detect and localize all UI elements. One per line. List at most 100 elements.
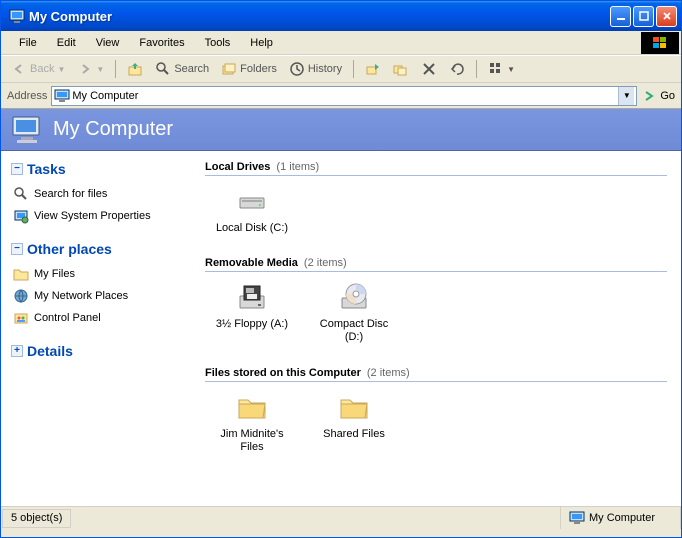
sidebar-title-details: Details [27, 343, 73, 359]
history-label: History [308, 63, 342, 75]
close-button[interactable] [656, 6, 677, 27]
folder-big-icon [338, 392, 370, 424]
undo-icon [449, 61, 465, 77]
up-button[interactable] [123, 59, 147, 79]
floppy-icon [236, 282, 268, 314]
forward-button[interactable]: ▼ [73, 59, 108, 79]
addressbar: Address ▼ Go [1, 83, 681, 109]
group-title: Files stored on this Computer [205, 367, 361, 379]
folders-button[interactable]: Folders [217, 59, 281, 79]
folders-label: Folders [240, 63, 277, 75]
forward-arrow-icon [77, 61, 93, 77]
drive-item-floppy[interactable]: 3½ Floppy (A:) [213, 282, 291, 344]
history-button[interactable]: History [285, 59, 346, 79]
sidebar-item-label: My Network Places [34, 290, 128, 302]
delete-button[interactable] [417, 59, 441, 79]
sidebar-header-tasks[interactable]: − Tasks [11, 159, 181, 179]
sidebar-title-tasks: Tasks [27, 161, 66, 177]
menu-file[interactable]: File [9, 34, 47, 52]
status-location-label: My Computer [589, 512, 655, 524]
undo-button[interactable] [445, 59, 469, 79]
group-count: (2 items) [304, 257, 347, 269]
menu-favorites[interactable]: Favorites [129, 34, 194, 52]
menu-edit[interactable]: Edit [47, 34, 86, 52]
sidebar-header-details[interactable]: + Details [11, 341, 181, 361]
menu-view[interactable]: View [86, 34, 130, 52]
statusbar: 5 object(s) My Computer [1, 506, 681, 529]
minimize-button[interactable] [610, 6, 631, 27]
drive-item-c[interactable]: Local Disk (C:) [213, 186, 291, 235]
group-local-drives: Local Drives (1 items) Local Disk (C:) [205, 161, 667, 235]
copy-to-icon [393, 61, 409, 77]
group-title: Removable Media [205, 257, 298, 269]
folder-item-user[interactable]: Jim Midnite's Files [213, 392, 291, 454]
move-to-icon [365, 61, 381, 77]
cd-icon [338, 282, 370, 314]
sidebar-item-label: My Files [34, 268, 75, 280]
sidebar-item-control-panel[interactable]: Control Panel [13, 307, 181, 329]
go-label: Go [660, 90, 675, 102]
window-title: My Computer [29, 9, 610, 24]
windows-logo [641, 32, 679, 54]
status-object-count: 5 object(s) [2, 509, 71, 528]
app-icon [9, 8, 25, 24]
sidebar-item-label: Control Panel [34, 312, 101, 324]
group-count: (1 items) [276, 161, 319, 173]
sidebar-item-search-files[interactable]: Search for files [13, 183, 181, 205]
views-button[interactable]: ▼ [484, 59, 519, 79]
drive-label: 3½ Floppy (A:) [213, 318, 291, 331]
sidebar-item-network-places[interactable]: My Network Places [13, 285, 181, 307]
properties-icon [13, 208, 29, 224]
computer-big-icon [11, 114, 43, 146]
copy-to-button[interactable] [389, 59, 413, 79]
collapse-icon: − [11, 163, 23, 175]
sidebar-item-my-files[interactable]: My Files [13, 263, 181, 285]
history-icon [289, 61, 305, 77]
sidebar-item-label: View System Properties [34, 210, 151, 222]
header-banner: My Computer [1, 109, 681, 151]
chevron-down-icon: ▼ [57, 65, 65, 74]
search-button[interactable]: Search [151, 59, 213, 79]
computer-icon [54, 88, 70, 104]
sidebar-title-other-places: Other places [27, 241, 112, 257]
group-removable-media: Removable Media (2 items) 3½ Floppy (A:)… [205, 257, 667, 344]
drive-item-cd[interactable]: Compact Disc (D:) [315, 282, 393, 344]
sidebar: − Tasks Search for files View System Pro… [1, 151, 191, 506]
chevron-down-icon: ▼ [507, 65, 515, 74]
group-title: Local Drives [205, 161, 270, 173]
drive-label: Local Disk (C:) [213, 222, 291, 235]
folder-icon [13, 266, 29, 282]
collapse-icon: − [11, 243, 23, 255]
menu-help[interactable]: Help [240, 34, 283, 52]
computer-icon [569, 510, 585, 526]
address-label: Address [7, 90, 47, 102]
chevron-down-icon: ▼ [623, 91, 631, 100]
back-button[interactable]: Back ▼ [7, 59, 69, 79]
back-arrow-icon [11, 61, 27, 77]
address-input-wrap[interactable]: ▼ [51, 86, 637, 106]
folder-item-shared[interactable]: Shared Files [315, 392, 393, 454]
group-files-stored: Files stored on this Computer (2 items) … [205, 367, 667, 454]
address-dropdown[interactable]: ▼ [618, 87, 634, 105]
folder-label: Shared Files [315, 428, 393, 441]
sidebar-item-label: Search for files [34, 188, 107, 200]
status-spacer [72, 507, 561, 529]
network-icon [13, 288, 29, 304]
search-label: Search [174, 63, 209, 75]
delete-icon [421, 61, 437, 77]
address-input[interactable] [72, 90, 618, 102]
titlebar: My Computer [1, 1, 681, 31]
views-icon [488, 61, 504, 77]
maximize-button[interactable] [633, 6, 654, 27]
search-icon [13, 186, 29, 202]
back-label: Back [30, 63, 54, 75]
sidebar-header-other-places[interactable]: − Other places [11, 239, 181, 259]
main-pane: Local Drives (1 items) Local Disk (C:) R… [191, 151, 681, 506]
go-button[interactable]: Go [641, 88, 675, 104]
move-to-button[interactable] [361, 59, 385, 79]
menu-tools[interactable]: Tools [195, 34, 241, 52]
go-icon [641, 88, 657, 104]
group-count: (2 items) [367, 367, 410, 379]
sidebar-item-system-properties[interactable]: View System Properties [13, 205, 181, 227]
folder-label: Jim Midnite's Files [213, 428, 291, 454]
